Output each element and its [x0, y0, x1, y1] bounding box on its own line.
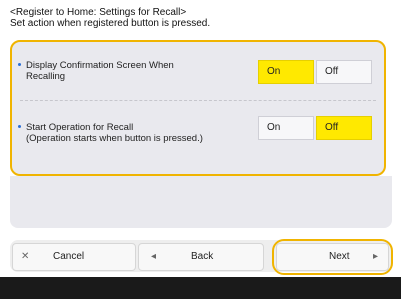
screen-subtitle: Set action when registered button is pre…	[10, 18, 211, 29]
cancel-button[interactable]: ✕ Cancel	[12, 243, 136, 271]
close-icon: ✕	[21, 251, 30, 262]
setting-label-line2: Recalling	[26, 71, 66, 82]
back-label: Back	[191, 251, 214, 262]
start-operation-off-button[interactable]: Off	[316, 116, 372, 140]
setting-label-line1: Display Confirmation Screen When	[26, 60, 174, 71]
bottom-bar	[0, 277, 401, 299]
divider	[20, 100, 376, 101]
arrow-left-icon: ◂	[151, 251, 157, 262]
setting-label-line1: Start Operation for Recall	[26, 122, 134, 133]
display-confirmation-on-button[interactable]: On	[258, 60, 314, 84]
setting-label-start-operation: Start Operation for Recall (Operation st…	[18, 122, 203, 144]
next-focus-outline	[272, 239, 393, 275]
back-button[interactable]: ◂ Back	[138, 243, 264, 271]
screen-title: <Register to Home: Settings for Recall>	[10, 7, 187, 18]
settings-panel: Display Confirmation Screen When Recalli…	[10, 40, 386, 176]
setting-label-display-confirmation: Display Confirmation Screen When Recalli…	[18, 60, 174, 82]
bullet-icon	[18, 63, 21, 66]
content-area	[10, 176, 392, 228]
display-confirmation-off-button[interactable]: Off	[316, 60, 372, 84]
cancel-label: Cancel	[53, 251, 85, 262]
setting-label-line2: (Operation starts when button is pressed…	[26, 133, 203, 144]
start-operation-on-button[interactable]: On	[258, 116, 314, 140]
screen-header: <Register to Home: Settings for Recall> …	[10, 7, 210, 29]
bullet-icon	[18, 125, 21, 128]
